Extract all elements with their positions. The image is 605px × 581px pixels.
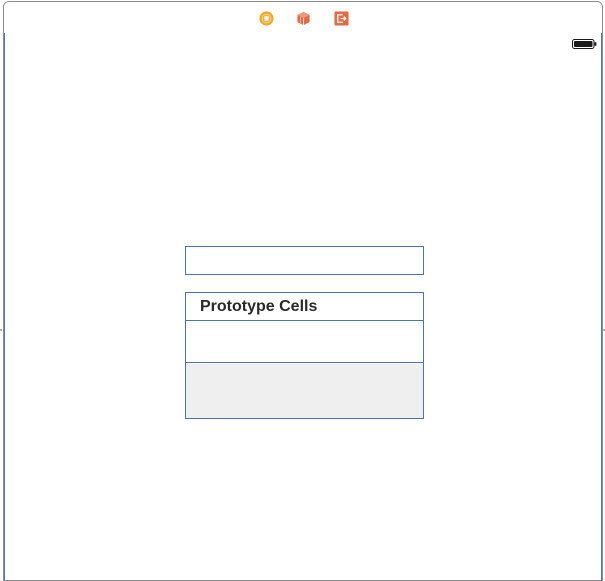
table-empty-area: [186, 364, 423, 418]
first-responder-icon[interactable]: [296, 11, 311, 26]
scene-dock: [4, 2, 602, 34]
prototype-cells-label: Prototype Cells: [200, 298, 318, 315]
storyboard-scene[interactable]: Prototype Cells: [3, 1, 603, 581]
root-view[interactable]: Prototype Cells: [4, 33, 602, 580]
view-controller-icon[interactable]: [259, 11, 274, 26]
prototype-cell[interactable]: [186, 321, 423, 363]
left-edge-marker: [0, 329, 2, 331]
exit-icon[interactable]: [334, 11, 349, 26]
text-field[interactable]: [185, 246, 424, 275]
prototype-cells-header: Prototype Cells: [186, 293, 423, 321]
battery-icon: [572, 39, 597, 49]
table-view[interactable]: Prototype Cells: [185, 292, 424, 419]
